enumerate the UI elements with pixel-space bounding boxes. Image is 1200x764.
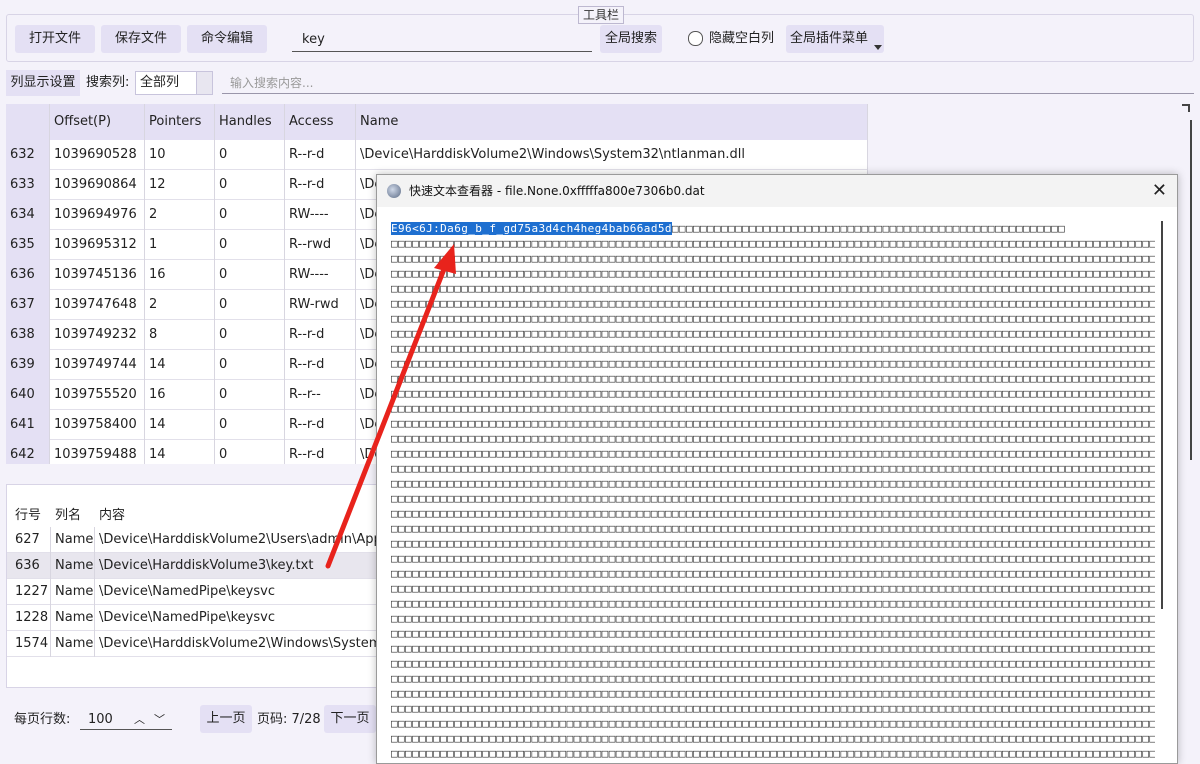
annotation-arrow — [325, 244, 456, 569]
text-line: □□□□□□□□□□□□□□□□□□□□□□□□□□□□□□□□□□□□□□□□… — [391, 747, 1155, 760]
